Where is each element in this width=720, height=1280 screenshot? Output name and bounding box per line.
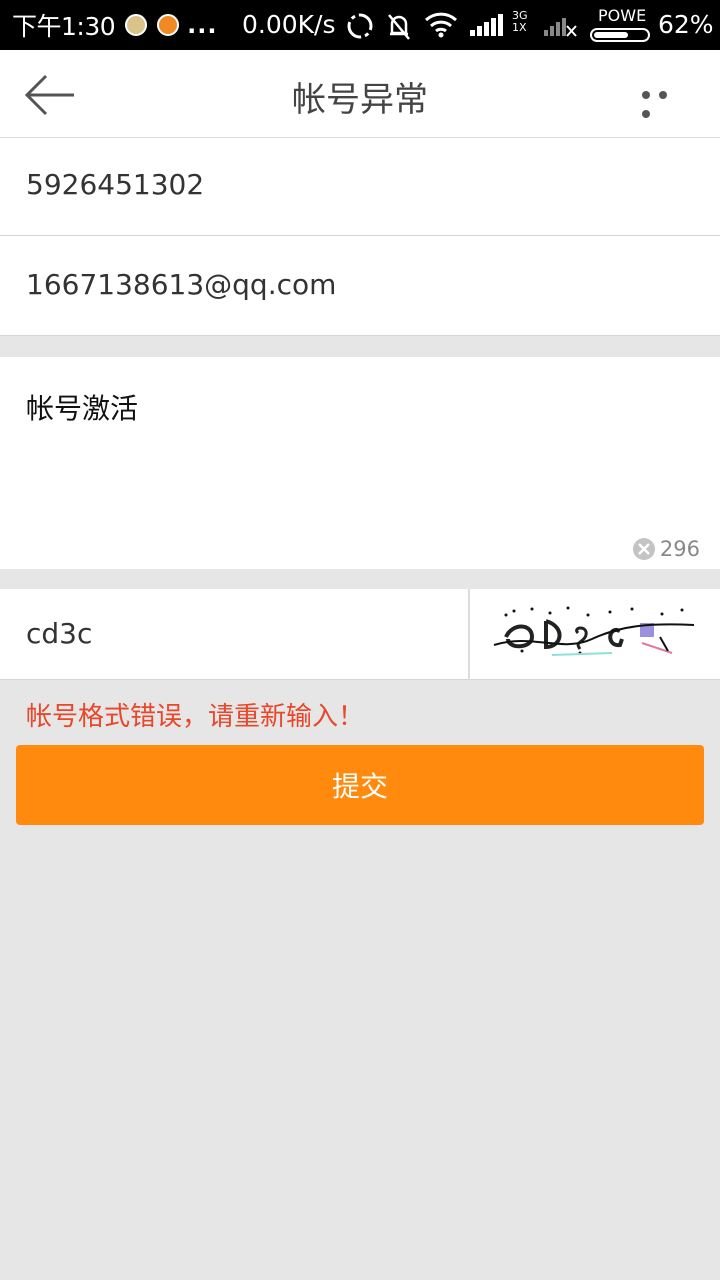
captcha-image[interactable] <box>492 603 696 663</box>
page-title: 帐号异常 <box>292 80 428 120</box>
status-bar: 下午1:30 ... 0.00K/s 3G 1X POWE 62% <box>0 0 720 50</box>
app-notification-icon <box>157 14 180 36</box>
email-input[interactable] <box>26 268 686 301</box>
captcha-row <box>0 589 720 680</box>
description-textarea[interactable]: 帐号激活 <box>26 387 686 527</box>
signal-strength-icon <box>470 14 503 36</box>
qq-number-input[interactable] <box>26 168 686 201</box>
sync-icon <box>347 13 373 39</box>
captcha-input[interactable] <box>26 617 446 650</box>
status-time: 下午1:30 <box>12 12 116 41</box>
network-speed: 0.00K/s <box>242 10 336 39</box>
more-options-icon[interactable] <box>642 84 692 118</box>
description-box: 帐号激活 296 <box>0 357 720 569</box>
email-field <box>0 236 720 336</box>
bell-muted-icon <box>388 14 410 40</box>
no-signal-icon <box>544 18 577 37</box>
network-type-bottom: 1X <box>512 21 527 34</box>
more-notifications-indicator: ... <box>187 11 218 39</box>
network-type: 3G 1X <box>512 10 528 34</box>
battery-label: POWE <box>598 6 647 25</box>
char-counter: 296 <box>632 537 700 561</box>
submit-button[interactable]: 提交 <box>16 745 704 825</box>
nav-bar: 帐号异常 <box>0 50 720 138</box>
wifi-icon <box>424 12 458 38</box>
error-message: 帐号格式错误，请重新输入！ <box>26 702 365 732</box>
battery-percent: 62% <box>658 10 714 39</box>
qq-number-field <box>0 138 720 236</box>
battery-icon <box>590 28 650 42</box>
app-notification-icon <box>125 14 148 36</box>
char-remaining: 296 <box>659 537 700 561</box>
divider <box>468 589 470 680</box>
clear-icon[interactable] <box>632 537 656 561</box>
